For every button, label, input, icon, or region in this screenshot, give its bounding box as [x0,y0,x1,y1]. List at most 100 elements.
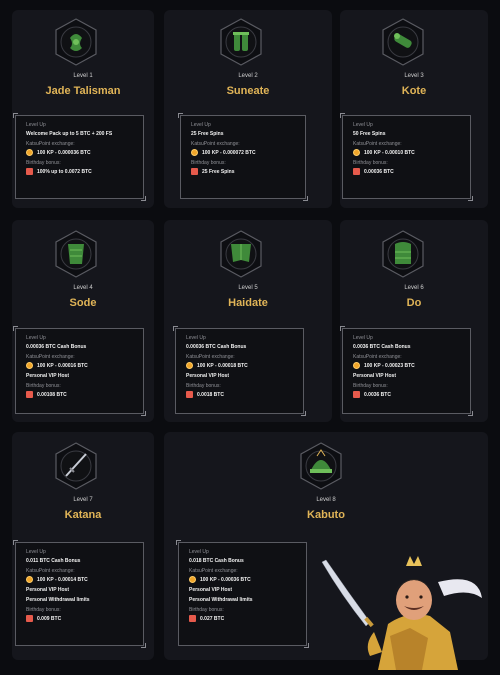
exchange-label: KatsuPoint exchange: [26,354,75,360]
perk-text: Personal Withdrawal limits [189,597,253,603]
exchange-value: 100 KP - 0.00018 BTC [197,363,248,369]
gift-icon [353,168,360,175]
perk-text: 0.0036 BTC Cash Bonus [353,344,411,350]
perk-text: Personal VIP Host [26,373,69,379]
gift-icon [186,391,193,398]
birthday-value: 0.00036 BTC [364,169,394,175]
coin-icon [191,149,198,156]
level-number: Level 3 [404,73,424,79]
coin-icon [353,149,360,156]
level-name: Katana [64,509,102,521]
level-name: Jade Talisman [45,85,121,97]
katana-icon [54,442,98,490]
birthday-label: Birthday bonus: [26,383,61,389]
level-number: Level 1 [73,73,93,79]
level-name: Haidate [228,297,268,309]
level-up-label: Level Up [189,549,209,555]
haidate-icon [219,230,263,278]
level-number: Level 2 [238,73,258,79]
exchange-value: 100 KP - 0.00016 BTC [37,363,88,369]
exchange-label: KatsuPoint exchange: [191,141,240,147]
level-benefits-box: Level Up Welcome Pack up to 5 BTC + 200 F… [13,113,146,201]
coin-icon [26,362,33,369]
exchange-value: 100 KP - 0.00036 BTC [200,577,251,583]
exchange-label: KatsuPoint exchange: [26,568,75,574]
perk-text: 0.00036 BTC Cash Bonus [26,344,87,350]
level-up-label: Level Up [353,335,373,341]
birthday-label: Birthday bonus: [186,383,221,389]
perk-text: 25 Free Spins [191,131,224,137]
suneate-icon [219,18,263,66]
gift-icon [189,615,196,622]
kabuto-icon [299,442,343,490]
exchange-value: 100 KP - 0.00014 BTC [37,577,88,583]
level-up-label: Level Up [26,549,46,555]
birthday-label: Birthday bonus: [26,607,61,613]
perk-text: Personal VIP Host [186,373,229,379]
birthday-value: 0.00108 BTC [37,392,67,398]
birthday-label: Birthday bonus: [353,160,388,166]
coin-icon [26,149,33,156]
level-benefits-box: Level Up 0.011 BTC Cash Bonus KatsuPoint e… [13,540,146,648]
level-name: Sode [69,297,97,309]
birthday-value: 25 Free Spins [202,169,235,175]
exchange-label: KatsuPoint exchange: [26,141,75,147]
exchange-label: KatsuPoint exchange: [353,141,402,147]
level-number: Level 5 [238,285,258,291]
birthday-value: 100% up to 0.0072 BTC [37,169,92,175]
gift-icon [26,615,33,622]
perk-text: Welcome Pack up to 5 BTC + 200 FS [26,131,113,137]
coin-icon [353,362,360,369]
coin-icon [186,362,193,369]
birthday-label: Birthday bonus: [191,160,226,166]
birthday-label: Birthday bonus: [26,160,61,166]
exchange-value: 100 KP - 0.000072 BTC [202,150,256,156]
perk-text: 0.018 BTC Cash Bonus [189,558,244,564]
level-benefits-box: Level Up 25 Free Spins KatsuPoint exchange… [178,113,308,201]
level-benefits-box: Level Up 0.0036 BTC Cash Bonus KatsuPoint … [340,326,473,416]
coin-icon [26,576,33,583]
level-number: Level 6 [404,285,424,291]
perk-text: Personal Withdrawal limits [26,597,90,603]
do-icon [381,230,425,278]
birthday-label: Birthday bonus: [189,607,224,613]
level-benefits-box: Level Up 0.018 BTC Cash Bonus KatsuPoint e… [176,540,309,648]
level-up-label: Level Up [353,122,373,128]
birthday-label: Birthday bonus: [353,383,388,389]
gift-icon [191,168,198,175]
jade-talisman-icon [54,18,98,66]
level-benefits-box: Level Up 0.00036 BTC Cash Bonus KatsuPoint… [13,326,146,416]
perk-text: 0.011 BTC Cash Bonus [26,558,81,564]
level-up-label: Level Up [186,335,206,341]
level-name: Suneate [226,85,270,97]
level-number: Level 4 [73,285,93,291]
birthday-value: 0.009 BTC [37,616,62,622]
level-number: Level 7 [73,497,93,503]
coin-icon [189,576,196,583]
exchange-value: 100 KP - 0.000036 BTC [37,150,91,156]
perk-text: Personal VIP Host [189,587,232,593]
exchange-label: KatsuPoint exchange: [186,354,235,360]
level-name: Kabuto [307,509,345,521]
level-name: Do [406,297,422,309]
gift-icon [26,391,33,398]
level-number: Level 8 [316,497,336,503]
exchange-label: KatsuPoint exchange: [189,568,238,574]
birthday-value: 0.0018 BTC [197,392,224,398]
exchange-label: KatsuPoint exchange: [353,354,402,360]
birthday-value: 0.027 BTC [200,616,225,622]
kote-icon [381,18,425,66]
gift-icon [26,168,33,175]
level-name: Kote [401,85,427,97]
level-up-label: Level Up [26,335,46,341]
level-up-label: Level Up [191,122,211,128]
perk-text: 50 Free Spins [353,131,386,137]
gift-icon [353,391,360,398]
level-benefits-box: Level Up 50 Free Spins KatsuPoint exchange… [340,113,473,201]
perk-text: Personal VIP Host [26,587,69,593]
exchange-value: 100 KP - 0.00010 BTC [364,150,415,156]
perk-text: 0.00036 BTC Cash Bonus [186,344,247,350]
samurai-character-image [318,552,488,670]
perk-text: Personal VIP Host [353,373,396,379]
level-benefits-box: Level Up 0.00036 BTC Cash Bonus KatsuPoint… [173,326,306,416]
